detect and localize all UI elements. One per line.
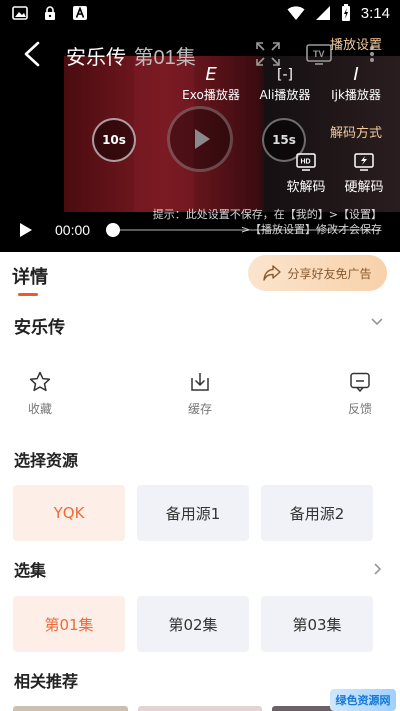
play-pause-button[interactable] <box>19 223 33 237</box>
share-button[interactable]: 分享好友免广告 <box>248 255 387 291</box>
rewind-label: 10s <box>102 133 126 147</box>
hard-decode-icon <box>354 153 374 171</box>
download-label: 缓存 <box>187 402 212 416</box>
favorite-label: 收藏 <box>27 402 52 416</box>
soft-decode-label: 软解码 <box>286 180 326 195</box>
download-icon <box>191 373 209 391</box>
episode-item[interactable]: 第01集 <box>13 596 125 652</box>
soft-decode-option[interactable]: HD 软解码 <box>282 152 330 195</box>
episodes-title: 选集 <box>14 561 47 580</box>
related-thumbnail[interactable] <box>138 706 262 711</box>
share-icon <box>263 265 282 281</box>
sources-title: 选择资源 <box>14 451 79 470</box>
playback-settings-title: 播放设置 <box>329 38 382 53</box>
related-thumbnail[interactable] <box>13 706 128 711</box>
gallery-icon <box>12 6 28 20</box>
svg-text:HD: HD <box>301 159 311 166</box>
current-time: 00:00 <box>55 222 91 238</box>
text-a-icon <box>73 6 87 20</box>
watermark-logo: 绿色资源网 <box>330 689 396 711</box>
ijk-player-label: Ijk播放器 <box>331 88 381 102</box>
ali-player-icon: [-] <box>277 67 293 83</box>
hard-decode-option[interactable]: 硬解码 <box>340 152 388 195</box>
tab-detail[interactable]: 详情 <box>12 263 48 289</box>
wifi-icon <box>287 6 305 20</box>
favorite-button[interactable]: 收藏 <box>15 370 65 417</box>
status-time: 3:14 <box>360 4 390 22</box>
watermark-text: 绿色资源网 <box>335 694 391 707</box>
star-icon <box>29 371 51 392</box>
decode-mode-title: 解码方式 <box>329 126 382 141</box>
video-player[interactable]: 3:14 安乐传 第01集 TV 10s 15s 播放设置 E Exo播放器 [… <box>0 0 400 252</box>
back-arrow-icon[interactable] <box>18 38 46 70</box>
lock-icon <box>45 6 55 20</box>
download-button[interactable]: 缓存 <box>175 370 225 417</box>
soft-decode-icon: HD <box>296 153 316 171</box>
exo-player-option[interactable]: E Exo播放器 <box>178 64 244 103</box>
progress-row: 00:00 <box>0 218 400 242</box>
source-item[interactable]: 备用源2 <box>261 485 373 541</box>
seek-thumb[interactable] <box>106 223 120 237</box>
feedback-icon <box>350 372 370 393</box>
seek-track[interactable] <box>112 229 380 231</box>
hard-decode-label: 硬解码 <box>344 180 384 195</box>
ali-player-option[interactable]: [-] Ali播放器 <box>254 64 316 103</box>
source-item[interactable]: YQK <box>13 485 125 541</box>
feedback-label: 反馈 <box>347 402 372 416</box>
episode-item[interactable]: 第02集 <box>137 596 249 652</box>
signal-icon <box>315 6 330 20</box>
status-bar: 3:14 <box>0 0 400 28</box>
ali-player-label: Ali播放器 <box>259 88 311 102</box>
chevron-down-icon[interactable] <box>369 316 385 328</box>
source-item[interactable]: 备用源1 <box>137 485 249 541</box>
exo-player-icon: E <box>205 64 217 85</box>
related-title: 相关推荐 <box>14 672 79 691</box>
ijk-player-option[interactable]: I Ijk播放器 <box>326 64 386 103</box>
show-title: 安乐传 <box>14 318 65 338</box>
player-title-text: 安乐传 <box>66 47 126 69</box>
exo-player-label: Exo播放器 <box>182 88 240 102</box>
battery-charging-icon <box>341 4 350 21</box>
share-label: 分享好友免广告 <box>287 266 372 281</box>
tab-underline <box>18 293 38 296</box>
rewind-10s-button[interactable]: 10s <box>92 118 136 162</box>
feedback-button[interactable]: 反馈 <box>335 370 385 417</box>
ijk-player-icon: I <box>353 64 359 85</box>
episode-item[interactable]: 第03集 <box>261 596 373 652</box>
chevron-right-icon[interactable] <box>371 561 383 577</box>
